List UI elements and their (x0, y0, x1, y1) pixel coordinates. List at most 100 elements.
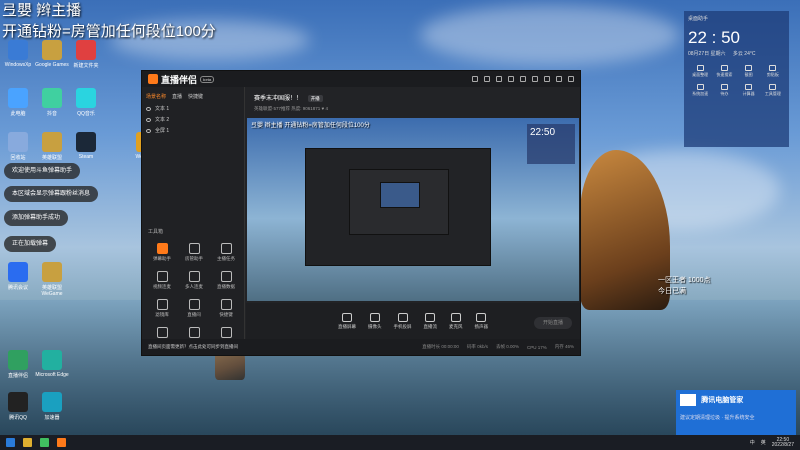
app-icon (8, 350, 28, 370)
shortcut-label: 工具管理 (764, 91, 781, 96)
settings-icon[interactable] (508, 76, 514, 82)
go-live-button[interactable]: 开始直播 (534, 317, 572, 329)
action-label: 摄像头 (368, 323, 382, 329)
scene-tab[interactable]: 直播 (172, 93, 182, 100)
scene-panel: 场景名称 直播 快捷键 文本 1 文本 2 全屏 1 工具箱 弹幕助手 房管助手 主播任务视… (142, 87, 245, 345)
source-action-button[interactable]: 摄像头 (368, 312, 382, 330)
toolbox-grid: 弹幕助手房管助手主播任务视频连麦多人连麦直播数据滤镜库直播间快捷键更多开播提醒设… (146, 243, 242, 346)
shortcut-label: 系统加速 (692, 91, 709, 96)
source-action-button[interactable]: 直播屏幕 (338, 312, 356, 330)
window-titlebar[interactable]: 直播伴侣 beta (142, 71, 580, 87)
browser-icon[interactable] (40, 438, 49, 447)
source-action-button[interactable]: 麦克风 (449, 312, 463, 330)
stream-preview[interactable]: 弖嬰 辫主播 开通钻粉=房管加任何段位100分 22:50 (247, 118, 579, 301)
scene-tab[interactable]: 快捷键 (188, 93, 203, 100)
desktop-icon[interactable]: QQ音乐 (68, 88, 104, 117)
tool-icon (188, 271, 200, 282)
source-action-button[interactable]: 手机投屏 (393, 312, 412, 330)
widget-title: 桌面助手 (688, 16, 709, 22)
tool-icon (220, 271, 232, 282)
desktop-icon[interactable]: 加速器 (34, 392, 70, 421)
avatar-icon[interactable] (472, 76, 478, 82)
windows-start-icon[interactable] (6, 438, 15, 447)
tool-button[interactable]: 主播任务 (210, 243, 242, 262)
desktop-icon[interactable]: Microsoft Edge (34, 350, 70, 378)
popup-title: 腾讯电脑管家 (701, 397, 744, 405)
desktop-icon[interactable]: 直播伴侣 (0, 350, 36, 379)
tool-button[interactable]: 视频连麦 (146, 271, 178, 290)
popup-subtitle: 建议定期清理垃圾 · 提升系统安全 (680, 415, 755, 421)
message-icon[interactable] (484, 76, 490, 82)
shortcut-label: 计算器 (742, 91, 755, 96)
desktop-icon-label: 新建文件夹 (73, 63, 99, 69)
desktop-icon[interactable]: Steam (68, 132, 104, 160)
desktop-icon[interactable]: 腾讯会议 (0, 262, 36, 291)
eye-icon[interactable] (146, 117, 151, 122)
skin-icon[interactable] (520, 76, 526, 82)
widget-shortcut[interactable]: 截图 (737, 65, 761, 78)
tray-lang[interactable]: 中 (750, 439, 755, 446)
source-item[interactable]: 全屏 1 (142, 125, 244, 136)
window-controls (472, 76, 574, 82)
app-icon (42, 392, 62, 412)
widget-shortcut[interactable]: 工具管理 (761, 84, 785, 97)
desktop-icon[interactable]: 英雄联盟 (34, 132, 70, 161)
preview-nested-window-2 (349, 169, 449, 235)
tool-button[interactable]: 弹幕助手 (146, 243, 178, 262)
tool-button[interactable]: 直播间 (178, 299, 210, 318)
widget-shortcut[interactable]: 待办 (712, 84, 736, 97)
status-note[interactable]: 直播间页面需更新？点击此处可同步到直播间 (148, 344, 238, 350)
source-action-button[interactable]: 直播流 (424, 312, 437, 330)
app-icon (76, 88, 96, 108)
tool-button[interactable]: 快捷键 (210, 299, 242, 318)
source-item[interactable]: 文本 2 (142, 114, 244, 125)
desktop-icon-label: 此电脑 (10, 111, 26, 117)
widget-shortcut[interactable]: 系统加速 (688, 84, 712, 97)
desktop-icon[interactable]: WindowsXp (0, 40, 36, 68)
live-assistant-taskbar-icon[interactable] (57, 438, 66, 447)
widget-shortcut[interactable]: 计算器 (737, 84, 761, 97)
toast-message: 添加弹幕助手成功 (4, 210, 69, 226)
tool-label: 直播数据 (217, 284, 235, 289)
minimize-icon[interactable] (544, 76, 550, 82)
widget-shortcut[interactable]: 剪贴板 (761, 65, 785, 78)
menu-icon[interactable] (532, 76, 538, 82)
tool-icon (156, 327, 168, 338)
gift-icon[interactable] (496, 76, 502, 82)
scene-tab[interactable]: 场景名称 (146, 93, 166, 100)
maximize-icon[interactable] (556, 76, 562, 82)
desktop-icon[interactable]: 英雄联盟WeGame (34, 262, 70, 297)
tray-clock[interactable]: 22:50 2022/8/27 (772, 437, 794, 448)
tool-icon (156, 243, 168, 254)
shortcut-icon (696, 84, 704, 90)
tool-button[interactable]: 直播数据 (210, 271, 242, 290)
tray-input[interactable]: 英 (761, 439, 766, 446)
desktop-icon[interactable]: 此电脑 (0, 88, 36, 117)
action-icon (342, 312, 352, 322)
app-icon (76, 132, 96, 152)
tool-button[interactable]: 多人连麦 (178, 271, 210, 290)
tool-icon (188, 299, 200, 310)
action-icon (425, 312, 436, 322)
eye-icon[interactable] (146, 128, 151, 133)
action-label: 手机投屏 (393, 323, 412, 329)
action-icon (450, 312, 461, 322)
desktop-icon[interactable]: 抖音 (34, 88, 70, 117)
file-explorer-icon[interactable] (23, 438, 32, 447)
desktop-icon[interactable]: 回收站 (0, 132, 36, 161)
close-icon[interactable] (568, 76, 574, 82)
preview-nested-window (305, 148, 491, 266)
widget-shortcut[interactable]: 桌面整理 (688, 65, 712, 78)
desktop-icon[interactable]: Google Games (34, 40, 70, 68)
security-popup[interactable]: 腾讯电脑管家 建议定期清理垃圾 · 提升系统安全 (676, 390, 796, 435)
toast-message: 欢迎使用斗鱼弹幕助手 (4, 163, 81, 179)
widget-shortcut[interactable]: 快速搜索 (712, 65, 736, 78)
tool-button[interactable]: 房管助手 (178, 243, 210, 262)
desktop-icon[interactable]: 腾讯QQ (0, 392, 36, 421)
desktop-icon[interactable]: 新建文件夹 (68, 40, 104, 69)
source-action-button[interactable]: 扬声器 (475, 312, 488, 330)
source-item[interactable]: 文本 1 (142, 103, 244, 114)
tool-button[interactable]: 滤镜库 (146, 299, 178, 318)
eye-icon[interactable] (146, 106, 151, 111)
stream-title[interactable]: 赛季末冲国服！！ (254, 96, 302, 102)
